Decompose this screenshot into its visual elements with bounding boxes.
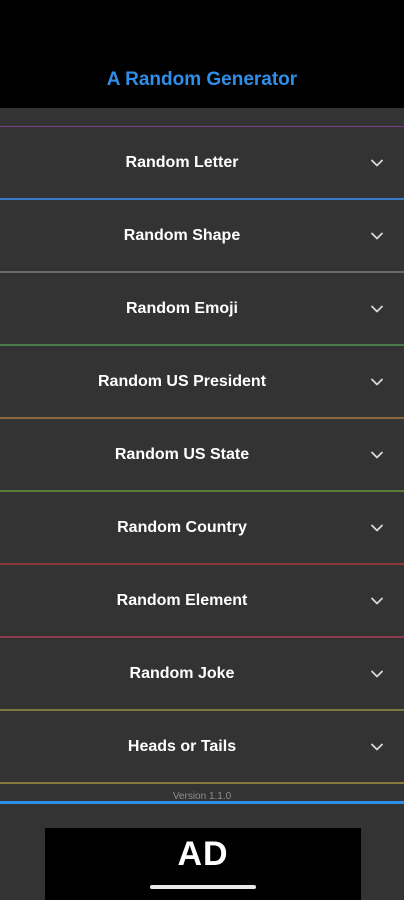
accordion-item-label: Random Shape xyxy=(123,227,241,244)
accordion-item[interactable]: Random US President xyxy=(0,346,404,419)
ad-banner[interactable]: AD xyxy=(45,828,361,900)
chevron-down-icon[interactable] xyxy=(370,156,384,170)
chevron-down-icon[interactable] xyxy=(370,448,384,462)
chevron-down-icon[interactable] xyxy=(370,667,384,681)
accordion-item[interactable]: Heads or Tails xyxy=(0,711,404,784)
accordion-item-label: Random Element xyxy=(116,592,248,609)
accordion-item[interactable]: Random Shape xyxy=(0,200,404,273)
accordion-item-label: Random Joke xyxy=(129,665,235,682)
app-header: A Random Generator xyxy=(0,0,404,108)
accordion-item-label: Random Emoji xyxy=(125,300,238,317)
chevron-down-icon[interactable] xyxy=(370,302,384,316)
accordion-item[interactable]: Random Country xyxy=(0,492,404,565)
accordion-item-label: Random Letter xyxy=(125,154,239,171)
ad-logo: AD xyxy=(177,835,229,873)
accordion-item[interactable]: Random Joke xyxy=(0,638,404,711)
footer-accent-bar xyxy=(0,801,404,804)
accordion-item[interactable]: Random Letter xyxy=(0,127,404,200)
accordion-item-label: Random Country xyxy=(117,519,247,536)
app-title: A Random Generator xyxy=(106,69,298,90)
chevron-down-icon[interactable] xyxy=(370,594,384,608)
chevron-down-icon[interactable] xyxy=(370,375,384,389)
accordion-item-label: Random US President xyxy=(97,373,267,390)
home-indicator[interactable] xyxy=(150,885,256,889)
accordion-item[interactable]: Random Emoji xyxy=(0,273,404,346)
accordion-item[interactable]: Random US State xyxy=(0,419,404,492)
accordion-divider xyxy=(0,782,404,784)
chevron-down-icon[interactable] xyxy=(370,229,384,243)
chevron-down-icon[interactable] xyxy=(370,740,384,754)
accordion-item-label: Random US State xyxy=(114,446,250,463)
chevron-down-icon[interactable] xyxy=(370,521,384,535)
accordion-item-label: Heads or Tails xyxy=(127,738,237,755)
accordion-item[interactable]: Random Element xyxy=(0,565,404,638)
